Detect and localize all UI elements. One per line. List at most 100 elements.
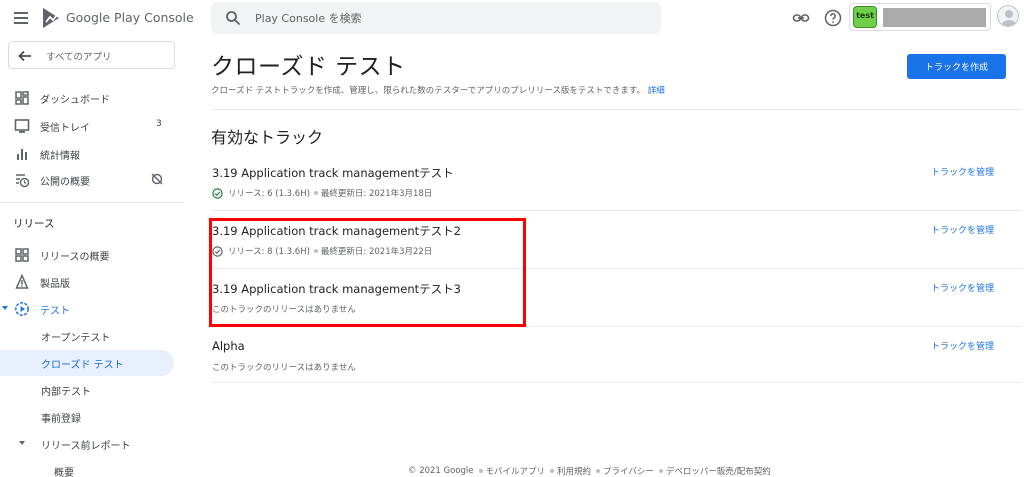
search-input[interactable]	[255, 8, 645, 28]
account-switcher[interactable]: test	[849, 3, 991, 31]
track-meta: このトラックのリリースはありません	[212, 303, 356, 315]
sidebar-item-release-overview[interactable]: リリースの概要	[0, 242, 175, 268]
release-overview-icon	[15, 248, 29, 262]
sidebar-item-label: 統計情報	[40, 151, 80, 162]
production-icon	[15, 274, 29, 289]
search-icon	[226, 11, 241, 26]
sidebar-item-label: オープンテスト	[41, 333, 111, 344]
profile-avatar[interactable]	[997, 5, 1019, 27]
page-description-text: クローズド テストトラックを作成、管理し、限られた数のテスターでアプリのプレリリ…	[211, 86, 645, 96]
sidebar: すべてのアプリ ダッシュボード 受信トレイ 3 統計情報 公開の概要 リリース …	[0, 37, 184, 477]
sidebar-item-label: テスト	[40, 306, 70, 317]
person-icon	[1002, 10, 1016, 26]
chevron-down-icon	[2, 306, 8, 310]
release-section-title: リリース	[13, 218, 55, 230]
separator-dot	[658, 469, 663, 473]
arrow-left-icon	[18, 50, 31, 62]
track-release: リリース: 6 (1.3.6H)	[228, 189, 310, 199]
sidebar-item-publishing-overview[interactable]: 公開の概要	[0, 167, 175, 193]
play-console-logo-icon	[43, 8, 59, 28]
publishing-clock-icon	[16, 174, 30, 188]
sidebar-item-label: 内部テスト	[41, 387, 91, 398]
track-updated: 最終更新日: 2021年3月22日	[320, 247, 433, 257]
active-tracks-heading: 有効なトラック	[211, 128, 324, 147]
sidebar-item-internal-testing[interactable]: 内部テスト	[0, 377, 174, 403]
sidebar-item-label: 概要	[54, 468, 74, 477]
sidebar-item-label: リリースの概要	[40, 252, 110, 263]
menu-icon[interactable]	[8, 6, 34, 30]
all-apps-button[interactable]: すべてのアプリ	[8, 41, 175, 69]
track-name: 3.19 Application track managementテスト	[212, 166, 454, 180]
manage-track-link[interactable]: トラックを管理	[931, 281, 994, 294]
sidebar-item-dashboard[interactable]: ダッシュボード	[0, 85, 175, 111]
footer: © 2021 Google モバイルアプリ 利用規約 プライバシー デベロッパー…	[408, 465, 771, 477]
sidebar-item-open-testing[interactable]: オープンテスト	[0, 323, 174, 349]
track-no-release: このトラックのリリースはありません	[212, 305, 356, 315]
sidebar-item-label: 受信トレイ	[40, 123, 90, 134]
track-meta: リリース: 8 (1.3.6H) 最終更新日: 2021年3月22日	[212, 245, 432, 257]
separator-dot	[313, 249, 318, 253]
inbox-count-badge: 3	[156, 119, 162, 129]
account-name-redacted	[883, 8, 986, 27]
sidebar-item-inbox[interactable]: 受信トレイ 3	[0, 113, 175, 139]
learn-more-link[interactable]: 詳細	[648, 86, 665, 96]
sidebar-item-testing[interactable]: テスト	[0, 296, 175, 322]
divider	[211, 109, 1022, 110]
separator-dot	[313, 191, 318, 195]
footer-link-developer-agreement[interactable]: デベロッパー販売/配布契約	[666, 465, 771, 477]
sidebar-item-pre-launch-report[interactable]: リリース前レポート	[0, 431, 174, 457]
managed-publishing-off-icon	[151, 173, 163, 185]
sidebar-item-label: リリース前レポート	[41, 441, 131, 452]
chevron-down-icon	[19, 441, 25, 445]
track-row: 3.19 Application track managementテスト リリー…	[211, 159, 1022, 216]
track-row: 3.19 Application track managementテスト3 この…	[211, 275, 1022, 332]
sidebar-item-statistics[interactable]: 統計情報	[0, 141, 175, 167]
divider	[211, 382, 1022, 383]
help-icon[interactable]	[824, 9, 842, 27]
footer-link-privacy[interactable]: プライバシー	[603, 465, 654, 477]
search-bar[interactable]	[211, 2, 661, 34]
sidebar-item-label: 事前登録	[41, 414, 81, 425]
account-avatar-text: test	[856, 11, 874, 20]
dashboard-icon	[15, 91, 29, 105]
sidebar-item-label: ダッシュボード	[40, 95, 110, 106]
divider	[211, 326, 1022, 327]
divider	[211, 268, 1022, 269]
manage-track-link[interactable]: トラックを管理	[931, 165, 994, 178]
sidebar-item-production[interactable]: 製品版	[0, 269, 175, 295]
sidebar-item-label: 製品版	[40, 279, 70, 290]
sidebar-item-label: 公開の概要	[40, 177, 90, 188]
footer-copyright: © 2021 Google	[408, 466, 474, 476]
create-track-button[interactable]: トラックを作成	[907, 54, 1006, 79]
inbox-icon	[14, 119, 30, 133]
sidebar-item-pre-launch-overview[interactable]: 概要	[0, 458, 174, 477]
link-icon[interactable]	[792, 9, 810, 27]
track-meta: このトラックのリリースはありません	[212, 361, 356, 373]
track-row: 3.19 Application track managementテスト2 リリ…	[211, 217, 1022, 274]
check-circle-icon	[212, 187, 223, 199]
sidebar-item-closed-testing[interactable]: クローズド テスト	[0, 350, 174, 376]
track-release: リリース: 8 (1.3.6H)	[228, 247, 310, 257]
sidebar-divider	[0, 202, 184, 203]
sidebar-item-pre-registration[interactable]: 事前登録	[0, 404, 174, 430]
divider	[211, 210, 1022, 211]
track-no-release: このトラックのリリースはありません	[212, 363, 356, 373]
testing-icon	[15, 302, 29, 316]
bar-chart-icon	[17, 149, 27, 160]
separator-dot	[596, 469, 601, 473]
separator-dot	[478, 469, 483, 473]
footer-link-mobile-app[interactable]: モバイルアプリ	[486, 465, 546, 477]
sidebar-item-label: クローズド テスト	[41, 360, 124, 371]
top-bar: Google Play Console test	[0, 0, 1024, 37]
track-name: Alpha	[212, 339, 245, 353]
page-title: クローズド テスト	[211, 54, 406, 80]
track-updated: 最終更新日: 2021年3月18日	[320, 189, 433, 199]
brand-name: Google Play Console	[66, 10, 194, 25]
page-description: クローズド テストトラックを作成、管理し、限られた数のテスターでアプリのプレリリ…	[211, 84, 665, 96]
all-apps-label: すべてのアプリ	[46, 52, 112, 63]
manage-track-link[interactable]: トラックを管理	[931, 223, 994, 236]
track-name: 3.19 Application track managementテスト2	[212, 224, 461, 238]
manage-track-link[interactable]: トラックを管理	[931, 339, 994, 352]
footer-link-terms[interactable]: 利用規約	[557, 465, 591, 477]
track-name: 3.19 Application track managementテスト3	[212, 282, 461, 296]
